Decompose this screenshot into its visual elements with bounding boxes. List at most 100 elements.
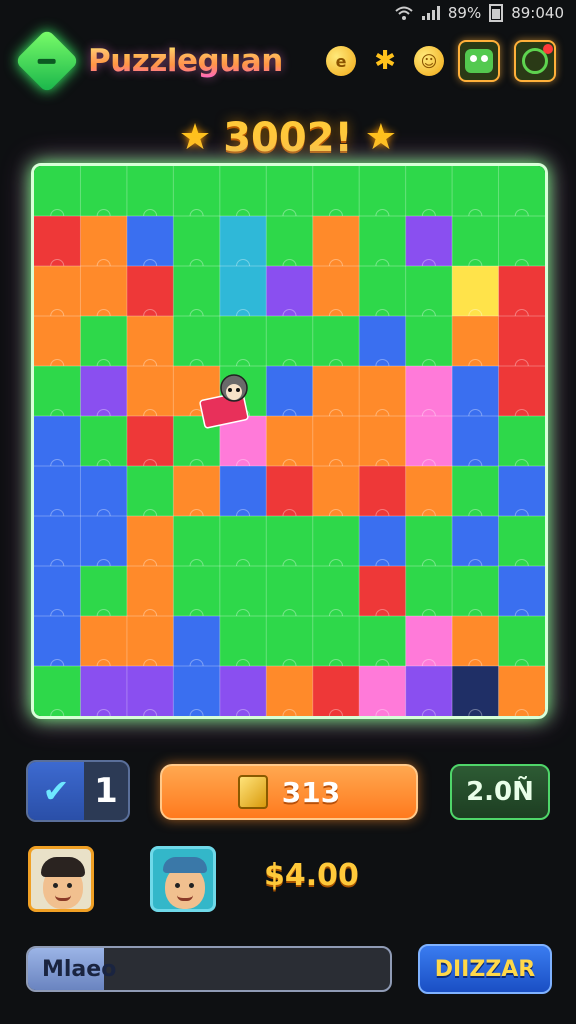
puzzle-piece[interactable] [405, 416, 453, 467]
puzzle-piece[interactable] [34, 666, 81, 716]
puzzle-piece[interactable] [34, 466, 81, 517]
puzzle-piece[interactable] [173, 516, 221, 567]
puzzle-piece[interactable] [34, 566, 81, 617]
puzzle-piece[interactable] [34, 166, 81, 217]
puzzle-piece[interactable] [452, 516, 500, 567]
puzzle-piece[interactable] [266, 166, 314, 217]
puzzle-piece[interactable] [80, 216, 128, 267]
puzzle-piece[interactable] [80, 466, 128, 517]
puzzle-piece[interactable] [405, 216, 453, 267]
puzzle-piece[interactable] [452, 316, 500, 367]
puzzle-piece[interactable] [405, 316, 453, 367]
puzzle-piece[interactable] [173, 266, 221, 317]
puzzle-piece[interactable] [173, 216, 221, 267]
puzzle-piece[interactable] [498, 666, 545, 716]
puzzle-piece[interactable] [219, 266, 267, 317]
puzzle-piece[interactable] [359, 566, 407, 617]
puzzle-piece[interactable] [266, 466, 314, 517]
puzzle-piece[interactable] [312, 166, 360, 217]
puzzle-piece[interactable] [173, 166, 221, 217]
puzzle-piece[interactable] [126, 216, 174, 267]
puzzle-piece[interactable] [498, 616, 545, 667]
puzzle-piece[interactable] [452, 566, 500, 617]
puzzle-piece[interactable] [405, 166, 453, 217]
puzzle-piece[interactable] [312, 516, 360, 567]
puzzle-piece[interactable] [126, 266, 174, 317]
puzzle-piece[interactable] [359, 466, 407, 517]
puzzle-piece[interactable] [266, 566, 314, 617]
puzzle-piece[interactable] [266, 366, 314, 417]
piece-counter[interactable]: ✔ 1 [26, 760, 130, 822]
level-button[interactable]: 2.0Ñ [450, 764, 550, 820]
puzzle-piece[interactable] [126, 166, 174, 217]
puzzle-piece[interactable] [452, 616, 500, 667]
puzzle-piece[interactable] [405, 516, 453, 567]
puzzle-piece[interactable] [126, 416, 174, 467]
puzzle-piece[interactable] [80, 516, 128, 567]
puzzle-piece[interactable] [80, 616, 128, 667]
puzzle-piece[interactable] [359, 366, 407, 417]
puzzle-piece[interactable] [173, 316, 221, 367]
puzzle-piece[interactable] [126, 366, 174, 417]
puzzle-piece[interactable] [266, 266, 314, 317]
puzzle-piece[interactable] [80, 366, 128, 417]
monster-button[interactable] [458, 40, 500, 82]
puzzle-piece[interactable] [312, 616, 360, 667]
puzzle-piece[interactable] [34, 316, 81, 367]
check-button[interactable]: ✔ [28, 762, 84, 820]
puzzle-piece[interactable] [359, 516, 407, 567]
puzzle-piece[interactable] [359, 616, 407, 667]
puzzle-piece[interactable] [219, 466, 267, 517]
puzzle-piece[interactable] [219, 216, 267, 267]
opponent-avatar[interactable] [150, 846, 216, 912]
puzzle-piece[interactable] [498, 316, 545, 367]
puzzle-piece[interactable] [173, 466, 221, 517]
puzzle-piece[interactable] [498, 366, 545, 417]
puzzle-piece[interactable] [359, 216, 407, 267]
puzzle-piece[interactable] [405, 366, 453, 417]
puzzle-piece[interactable] [498, 416, 545, 467]
puzzle-piece[interactable] [34, 366, 81, 417]
puzzle-piece[interactable] [405, 466, 453, 517]
puzzle-board[interactable] [31, 163, 548, 719]
puzzle-piece[interactable] [80, 266, 128, 317]
puzzle-piece[interactable] [405, 666, 453, 716]
puzzle-piece[interactable] [173, 566, 221, 617]
puzzle-piece[interactable] [405, 566, 453, 617]
puzzle-piece[interactable] [126, 616, 174, 667]
puzzle-piece[interactable] [498, 216, 545, 267]
player-avatar[interactable] [28, 846, 94, 912]
puzzle-piece[interactable] [312, 266, 360, 317]
puzzle-piece[interactable] [312, 316, 360, 367]
puzzle-piece[interactable] [34, 216, 81, 267]
puzzle-piece[interactable] [312, 216, 360, 267]
puzzle-piece[interactable] [359, 316, 407, 367]
puzzle-piece[interactable] [452, 416, 500, 467]
puzzle-piece[interactable] [312, 416, 360, 467]
puzzle-piece[interactable] [498, 266, 545, 317]
puzzle-piece[interactable] [219, 616, 267, 667]
puzzle-piece[interactable] [219, 166, 267, 217]
puzzle-piece[interactable] [498, 166, 545, 217]
puzzle-piece[interactable] [126, 466, 174, 517]
puzzle-piece[interactable] [126, 666, 174, 716]
puzzle-piece[interactable] [34, 416, 81, 467]
coin-bar[interactable]: 313 [160, 764, 418, 820]
puzzle-piece[interactable] [452, 266, 500, 317]
puzzle-piece[interactable] [126, 316, 174, 367]
puzzle-piece[interactable] [452, 466, 500, 517]
puzzle-piece[interactable] [498, 516, 545, 567]
puzzle-piece[interactable] [219, 516, 267, 567]
puzzle-piece[interactable] [173, 616, 221, 667]
puzzle-piece[interactable] [266, 316, 314, 367]
puzzle-piece[interactable] [126, 566, 174, 617]
puzzle-piece[interactable] [498, 466, 545, 517]
puzzle-piece[interactable] [452, 666, 500, 716]
puzzle-piece[interactable] [312, 366, 360, 417]
coin-icon[interactable]: e [326, 46, 356, 76]
puzzle-piece[interactable] [266, 616, 314, 667]
puzzle-board-canvas[interactable] [34, 166, 545, 716]
link-button[interactable] [514, 40, 556, 82]
puzzle-piece[interactable] [312, 566, 360, 617]
puzzle-piece[interactable] [80, 316, 128, 367]
